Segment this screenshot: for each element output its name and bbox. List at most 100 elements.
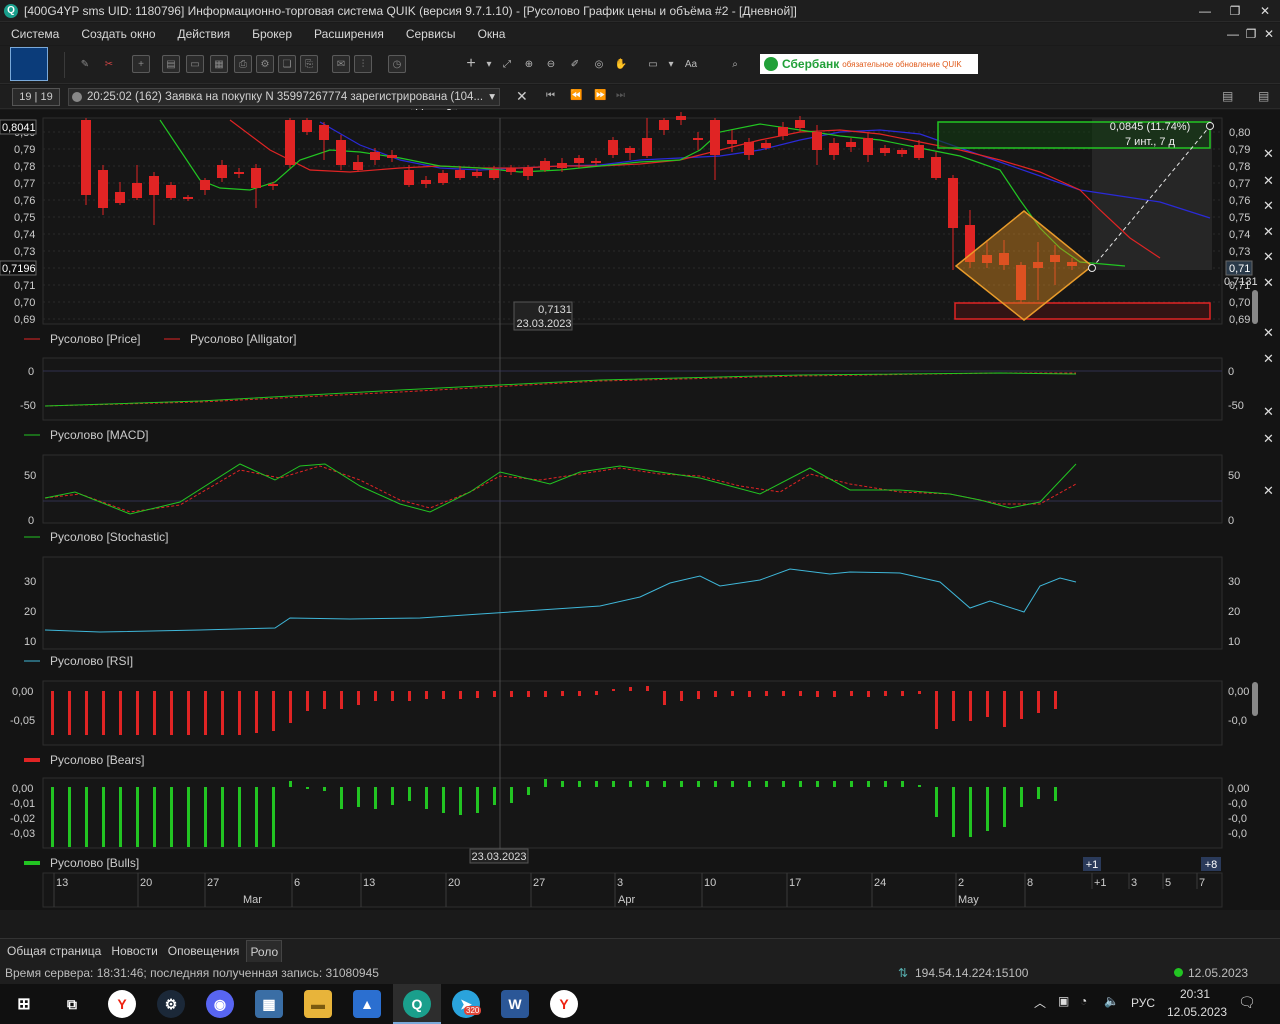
stochastic-panel[interactable] [42, 454, 1223, 524]
clock-time[interactable]: 20:31 [1180, 987, 1210, 1001]
menu-windows[interactable]: Окна [467, 27, 517, 41]
menu-actions[interactable]: Действия [167, 27, 242, 41]
close-indicator-icon[interactable]: ✕ [1263, 275, 1274, 290]
measure-end-handle[interactable] [1206, 122, 1214, 130]
price-scrollbar[interactable] [1252, 290, 1258, 324]
close-indicator-icon[interactable]: ✕ [1263, 173, 1274, 188]
crosshair-icon[interactable]: + [462, 55, 480, 73]
close-indicator-icon[interactable]: ✕ [1263, 351, 1274, 366]
message-dropdown-icon[interactable]: ▾ [489, 89, 495, 105]
prev-message-icon[interactable]: ⏪ [570, 90, 582, 101]
table-icon[interactable]: ▤ [162, 55, 180, 73]
word-icon[interactable]: W [501, 990, 529, 1018]
next-message-icon[interactable]: ⏩ [594, 90, 606, 101]
rectangle-tool-icon[interactable]: ▭ [644, 55, 662, 73]
menu-services[interactable]: Сервисы [395, 27, 467, 41]
chart-area[interactable]: 0,800,800,790,790,780,780,770,770,760,76… [0, 110, 1280, 923]
legend-stochastic[interactable]: Русолово [Stochastic] [50, 530, 169, 544]
close-indicator-icon[interactable]: ✕ [1263, 198, 1274, 213]
restore-icon[interactable]: ❐ [1220, 0, 1250, 22]
rsi-panel[interactable] [42, 556, 1223, 650]
close-indicator-icon[interactable]: ✕ [1263, 146, 1274, 161]
close-indicator-icon[interactable]: ✕ [1263, 325, 1274, 340]
close-indicator-icon[interactable]: ✕ [1263, 224, 1274, 239]
chart-settings-icon[interactable]: ⫶ [354, 55, 372, 73]
rectangle-dropdown-icon[interactable]: ▾ [662, 55, 680, 73]
bulls-panel[interactable] [42, 777, 1223, 849]
windows-start-icon[interactable]: ⊞ [10, 990, 38, 1018]
discord-icon[interactable]: ◉ [206, 990, 234, 1018]
calculator-icon[interactable]: ▦ [255, 990, 283, 1018]
yandex-browser-icon[interactable]: Y [108, 990, 136, 1018]
tab-general[interactable]: Общая страница [4, 940, 104, 962]
legend-price[interactable]: Русолово [Price] [50, 332, 140, 346]
close-indicator-icon[interactable]: ✕ [1263, 483, 1274, 498]
message-text[interactable]: 20:25:02 (162) Заявка на покупку N 35997… [68, 88, 500, 106]
delete-drawing-icon[interactable]: ✂ [100, 55, 118, 73]
menu-extensions[interactable]: Расширения [303, 27, 395, 41]
fit-icon[interactable]: ⤢ [498, 55, 516, 73]
ruler-icon[interactable]: ✐ [566, 55, 584, 73]
sber-banner[interactable]: Сбербанк обязательное обновление QUIK [760, 54, 978, 74]
legend-bulls[interactable]: Русолово [Bulls] [50, 856, 139, 870]
layout-icon[interactable]: ▦ [210, 55, 228, 73]
close-indicator-icon[interactable]: ✕ [1263, 249, 1274, 264]
photos-icon[interactable]: ▲ [353, 990, 381, 1018]
clock-date[interactable]: 12.05.2023 [1167, 1005, 1227, 1019]
message-close-icon[interactable]: ✕ [516, 88, 528, 105]
notifications-icon[interactable]: 🗨 [1238, 994, 1256, 1011]
tab-rolo[interactable]: Роло [246, 939, 283, 962]
close-icon[interactable]: ✕ [1250, 0, 1280, 22]
steam-icon[interactable]: ⚙ [157, 990, 185, 1018]
new-table-icon[interactable]: + [132, 55, 150, 73]
macd-panel[interactable] [42, 357, 1223, 421]
legend-macd[interactable]: Русолово [MACD] [50, 428, 148, 442]
print-icon[interactable]: ⎙ [234, 55, 252, 73]
menu-system[interactable]: Система [0, 27, 70, 41]
settings-icon[interactable]: ⚙ [256, 55, 274, 73]
tab-news[interactable]: Новости [108, 940, 160, 962]
bears-scrollbar[interactable] [1252, 682, 1258, 716]
clipboard-icon[interactable]: ⎘ [300, 55, 318, 73]
task-view-icon[interactable]: ⧉ [58, 990, 86, 1018]
legend-bears[interactable]: Русолово [Bears] [50, 753, 145, 767]
child-close-icon[interactable]: ✕ [1254, 23, 1280, 45]
chat-settings-icon[interactable]: ▤ [1258, 89, 1269, 103]
legend-alligator[interactable]: Русолово [Alligator] [190, 332, 297, 346]
pencil-icon[interactable]: ✎ [76, 55, 94, 73]
first-message-icon[interactable]: ⏮ [546, 90, 555, 101]
bears-panel[interactable] [42, 680, 1223, 746]
zoom-in-icon[interactable]: ⊕ [520, 55, 538, 73]
tray-chevron-icon[interactable]: ︿ [1034, 994, 1046, 1011]
chart-svg[interactable]: 0,800,800,790,790,780,780,770,770,760,76… [0, 110, 1280, 923]
tray-wifi-icon[interactable]: ◔ [1080, 994, 1087, 1008]
measure-start-handle[interactable] [1088, 264, 1096, 272]
search-icon[interactable]: ⌕ [726, 55, 744, 73]
hand-icon[interactable]: ✋ [612, 55, 630, 73]
chat-icon[interactable]: ▤ [1222, 89, 1233, 103]
menu-create-window[interactable]: Создать окно [70, 27, 166, 41]
sber-banner-note: обязательное обновление QUIK [842, 59, 962, 69]
volume-icon[interactable]: 🔈 [1104, 994, 1119, 1008]
language-indicator[interactable]: РУС [1131, 996, 1155, 1010]
close-indicator-icon[interactable]: ✕ [1263, 404, 1274, 419]
copy-icon[interactable]: ❏ [278, 55, 296, 73]
text-tool-icon[interactable]: Aa [682, 55, 700, 73]
zoom-out-icon[interactable]: ⊖ [542, 55, 560, 73]
tray-network-icon[interactable]: ▣ [1058, 994, 1069, 1008]
comment-icon[interactable]: ✉ [332, 55, 350, 73]
close-indicator-icon[interactable]: ✕ [1263, 431, 1274, 446]
last-message-icon[interactable]: ⏭ [616, 90, 625, 101]
file-explorer-icon[interactable]: ▬ [304, 990, 332, 1018]
target-icon[interactable]: ◎ [590, 55, 608, 73]
window-icon[interactable]: ▭ [186, 55, 204, 73]
stop-zone-rect[interactable] [954, 302, 1211, 320]
menu-broker[interactable]: Брокер [241, 27, 303, 41]
interval-icon[interactable]: ◷ [388, 55, 406, 73]
quik-taskbar-icon[interactable]: Q [403, 990, 431, 1018]
minimize-icon[interactable]: — [1190, 0, 1220, 22]
crosshair-dropdown-icon[interactable]: ▾ [480, 55, 498, 73]
yandex-icon[interactable]: Y [550, 990, 578, 1018]
tab-alerts[interactable]: Оповещения [165, 940, 243, 962]
legend-rsi[interactable]: Русолово [RSI] [50, 654, 133, 668]
